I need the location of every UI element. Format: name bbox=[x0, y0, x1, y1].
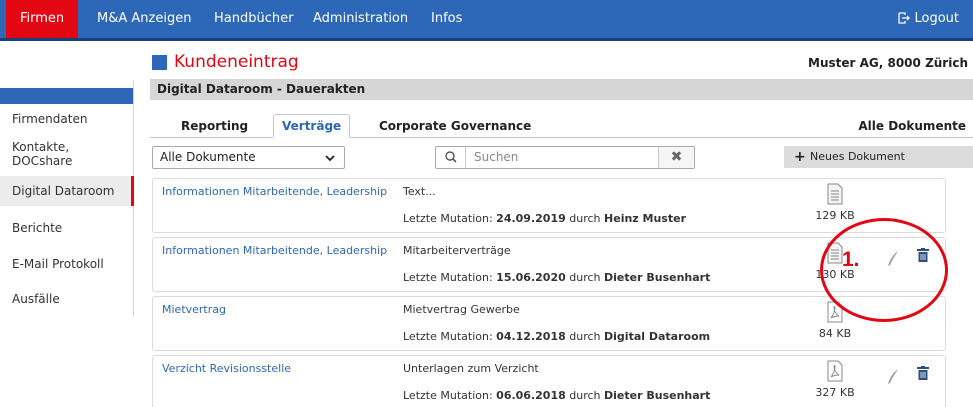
annotation-label: 1. bbox=[842, 248, 860, 271]
document-description: Text... bbox=[403, 185, 436, 198]
document-description: Mietvertrag Gewerbe bbox=[403, 303, 520, 316]
file-size: 327 KB bbox=[815, 386, 855, 399]
document-category[interactable]: Mietvertrag bbox=[162, 303, 226, 316]
page-title: Kundeneintrag bbox=[174, 52, 299, 72]
nav-firmen[interactable]: Firmen bbox=[6, 0, 79, 38]
clear-search-icon[interactable]: ✖ bbox=[658, 147, 694, 168]
nav-handbuecher[interactable]: Handbücher bbox=[214, 0, 293, 38]
select-value: Alle Dokumente bbox=[160, 150, 256, 164]
sidebar-item-email-protokoll[interactable]: E-Mail Protokoll bbox=[12, 257, 104, 271]
document-mutation: Letzte Mutation: 06.06.2018 durch Dieter… bbox=[403, 389, 711, 402]
document-mutation: Letzte Mutation: 15.06.2020 durch Dieter… bbox=[403, 271, 711, 284]
document-category[interactable]: Informationen Mitarbeitende, Leadership bbox=[162, 185, 387, 198]
sidebar-item-digital-dataroom[interactable]: Digital Dataroom bbox=[0, 176, 134, 206]
logout-button[interactable]: Logout bbox=[898, 0, 959, 38]
document-mutation: Letzte Mutation: 24.09.2019 durch Heinz … bbox=[403, 212, 686, 225]
document-description: Mitarbeiterverträge bbox=[403, 244, 511, 257]
plus-icon: + bbox=[794, 149, 806, 165]
nav-infos[interactable]: Infos bbox=[431, 0, 462, 38]
search-input[interactable]: Suchen bbox=[474, 150, 518, 164]
logout-label: Logout bbox=[914, 11, 959, 26]
document-mutation: Letzte Mutation: 04.12.2018 durch Digita… bbox=[403, 330, 711, 343]
file-size: 129 KB bbox=[815, 209, 855, 222]
search-icon[interactable] bbox=[436, 147, 466, 168]
document-row[interactable]: Verzicht Revisionsstelle Unterlagen zum … bbox=[152, 355, 946, 407]
all-documents-link[interactable]: Alle Dokumente bbox=[858, 119, 966, 133]
edit-pen-icon[interactable] bbox=[886, 368, 900, 386]
document-category[interactable]: Informationen Mitarbeitende, Leadership bbox=[162, 244, 387, 257]
new-document-label: Neues Dokument bbox=[810, 150, 905, 163]
tab-corporate-governance[interactable]: Corporate Governance bbox=[379, 119, 531, 133]
tab-vertraege[interactable]: Verträge bbox=[273, 114, 351, 138]
sidebar-header-bar bbox=[0, 88, 133, 104]
sidebar-item-kontakte[interactable]: Kontakte, DOCshare bbox=[12, 140, 122, 168]
nav-administration[interactable]: Administration bbox=[313, 0, 408, 38]
title-marker bbox=[152, 55, 167, 70]
document-row[interactable]: Mietvertrag Mietvertrag Gewerbe Letzte M… bbox=[152, 296, 946, 351]
document-row[interactable]: Informationen Mitarbeitende, Leadership … bbox=[152, 178, 946, 233]
search-field[interactable]: Suchen ✖ bbox=[435, 146, 695, 169]
new-document-button[interactable]: + Neues Dokument bbox=[784, 146, 973, 168]
annotation-circle bbox=[820, 218, 948, 322]
tab-reporting[interactable]: Reporting bbox=[181, 119, 248, 133]
top-navigation: Firmen M&A Anzeigen Handbücher Administr… bbox=[0, 0, 973, 41]
nav-ma-anzeigen[interactable]: M&A Anzeigen bbox=[97, 0, 191, 38]
document-file-icon bbox=[827, 183, 843, 205]
sidebar-item-berichte[interactable]: Berichte bbox=[12, 221, 62, 235]
document-file[interactable]: 327 KB bbox=[813, 360, 857, 399]
section-title: Digital Dataroom - Dauerakten bbox=[150, 79, 973, 100]
document-category[interactable]: Verzicht Revisionsstelle bbox=[162, 362, 291, 375]
document-filter-select[interactable]: Alle Dokumente bbox=[152, 146, 345, 169]
chevron-down-icon bbox=[325, 155, 335, 162]
logout-icon bbox=[898, 12, 911, 24]
document-description: Unterlagen zum Verzicht bbox=[403, 362, 539, 375]
trash-icon[interactable] bbox=[917, 366, 929, 380]
company-name: Muster AG, 8000 Zürich bbox=[808, 56, 968, 70]
file-size: 84 KB bbox=[818, 327, 852, 340]
sidebar-item-ausfaelle[interactable]: Ausfälle bbox=[12, 292, 60, 306]
pdf-file-icon bbox=[827, 360, 843, 382]
sidebar-item-firmendaten[interactable]: Firmendaten bbox=[12, 112, 87, 126]
sidebar: Firmendaten Kontakte, DOCshare Digital D… bbox=[0, 80, 134, 316]
document-file[interactable]: 129 KB bbox=[813, 183, 857, 222]
